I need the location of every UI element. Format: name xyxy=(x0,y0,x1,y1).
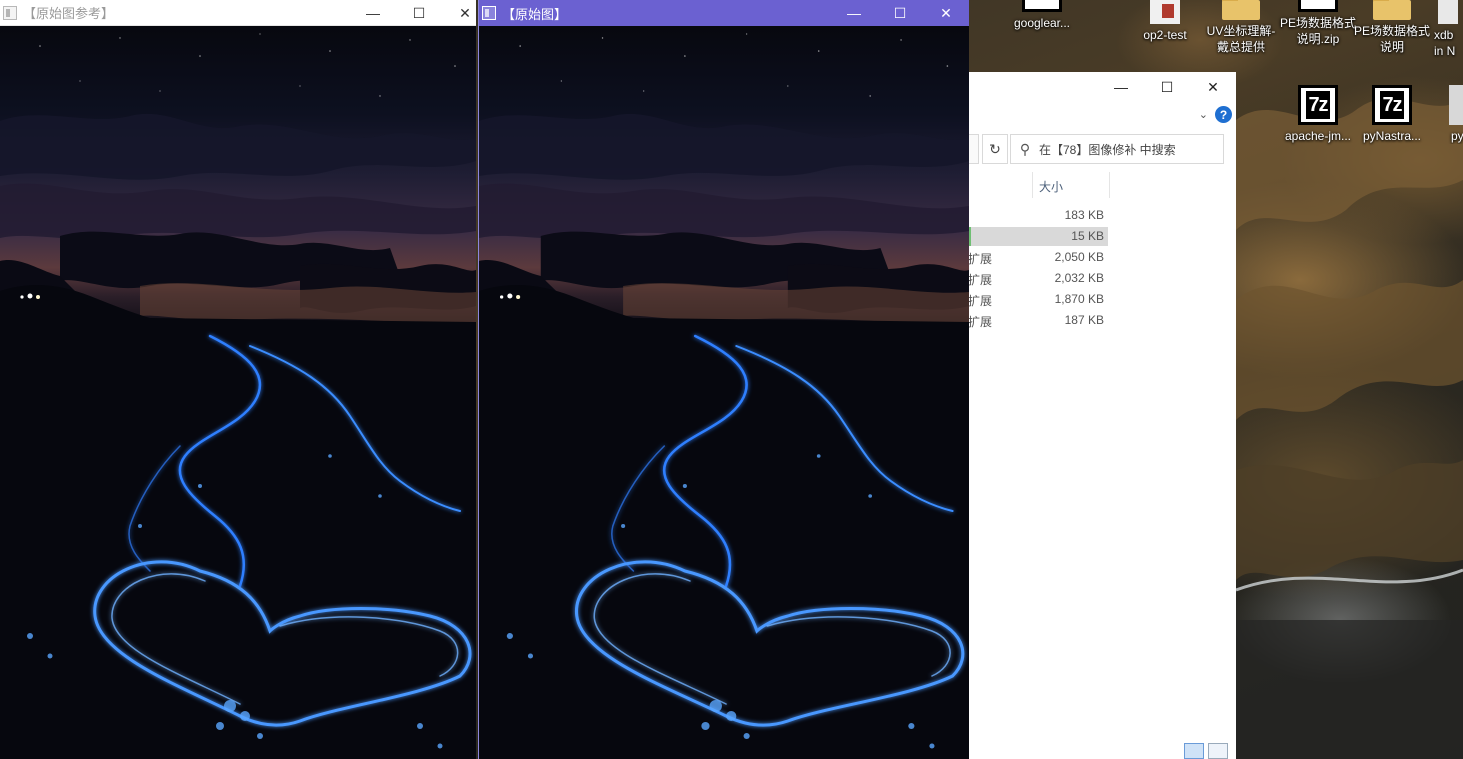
details-view-button[interactable] xyxy=(1184,743,1204,759)
file-type: 扩展 xyxy=(968,294,993,308)
folder-icon xyxy=(1222,0,1260,20)
list-item[interactable]: 扩展 2,050 KB xyxy=(968,247,1236,268)
file-icon xyxy=(1438,0,1458,24)
desktop-icon-label: pyNastra... xyxy=(1362,129,1422,143)
window-icon xyxy=(3,5,17,20)
desktop-icon-label: googlear... xyxy=(1013,16,1071,30)
file-size: 15 KB xyxy=(1071,229,1104,243)
list-item[interactable]: 扩展 187 KB xyxy=(968,310,1236,331)
app-icon xyxy=(1022,0,1062,12)
close-button[interactable]: ✕ xyxy=(923,0,969,26)
list-item[interactable]: 扩展 1,870 KB xyxy=(968,289,1236,310)
minimize-button[interactable]: — xyxy=(1098,72,1144,102)
image-canvas[interactable] xyxy=(0,26,476,759)
folder-icon xyxy=(1373,0,1411,20)
large-icons-view-button[interactable] xyxy=(1208,743,1228,759)
image-window-original[interactable]: 【原始图】 — ☐ ✕ xyxy=(478,0,969,759)
title-buttons: — ☐ ✕ xyxy=(350,0,476,26)
window-title: 【原始图】 xyxy=(502,6,568,22)
search-input[interactable]: ⚲ 在【78】图像修补 中搜索 xyxy=(1010,134,1224,164)
title-buttons: — ☐ ✕ xyxy=(831,0,969,26)
desktop-icon-label: UV坐标理解-戴总提供 xyxy=(1206,24,1276,54)
explorer-title-buttons: — ☐ ✕ xyxy=(1098,72,1236,102)
maximize-button[interactable]: ☐ xyxy=(396,0,442,26)
desktop-icon-pynastran[interactable]: 7z pyNastra... xyxy=(1354,85,1430,144)
file-size: 1,870 KB xyxy=(1054,292,1104,306)
search-placeholder: 在【78】图像修补 中搜索 xyxy=(1039,142,1176,157)
file-size: 183 KB xyxy=(1064,208,1104,222)
file-icon xyxy=(1150,0,1180,24)
maximize-button[interactable]: ☐ xyxy=(877,0,923,26)
list-item[interactable]: 扩展 2,032 KB xyxy=(968,268,1236,289)
window-titlebar[interactable]: 【原始图参考】 — ☐ ✕ xyxy=(0,0,476,26)
column-header-size[interactable]: 大小 xyxy=(1032,172,1110,198)
desktop-icon-xdb[interactable]: xdb in N xyxy=(1428,0,1463,59)
minimize-button[interactable]: — xyxy=(350,0,396,26)
desktop-icon-label: op2-test xyxy=(1143,28,1187,42)
window-title: 【原始图参考】 xyxy=(23,6,115,21)
archive-icon xyxy=(1298,0,1338,12)
view-toggle xyxy=(1184,743,1228,759)
desktop-icon-py[interactable]: py xyxy=(1441,85,1463,144)
image-canvas[interactable] xyxy=(479,26,969,759)
maximize-button[interactable]: ☐ xyxy=(1144,72,1190,102)
file-list: 183 KB 15 KB 扩展 2,050 KB 扩展 2,032 KB 扩展 … xyxy=(968,205,1236,331)
night-beach-image xyxy=(479,26,969,759)
desktop-icon-label: PE场数据格式说明.zip xyxy=(1280,16,1357,46)
file-type: 扩展 xyxy=(968,252,993,266)
search-icon: ⚲ xyxy=(1019,140,1031,157)
file-size: 2,050 KB xyxy=(1054,250,1104,264)
window-icon xyxy=(482,6,496,20)
refresh-button[interactable]: ↻ xyxy=(982,134,1008,164)
close-button[interactable]: ✕ xyxy=(442,0,476,26)
chevron-down-icon[interactable]: ⌄ xyxy=(1199,108,1208,121)
desktop-icon-label: apache-jm... xyxy=(1284,129,1352,143)
address-bar[interactable] xyxy=(968,134,979,164)
file-size: 187 KB xyxy=(1064,313,1104,327)
desktop-icon-pe-zip[interactable]: PE场数据格式说明.zip xyxy=(1280,0,1356,47)
list-item[interactable]: 15 KB xyxy=(968,226,1236,247)
desktop-icon-label: PE场数据格式说明 xyxy=(1354,24,1431,54)
image-window-reference[interactable]: 【原始图参考】 — ☐ ✕ xyxy=(0,0,476,759)
minimize-button[interactable]: — xyxy=(831,0,877,26)
7z-icon: 7z xyxy=(1372,85,1412,125)
close-button[interactable]: ✕ xyxy=(1190,72,1236,102)
desktop-icon-label: xdb in N xyxy=(1434,28,1456,58)
night-beach-image xyxy=(0,26,476,759)
list-item[interactable]: 183 KB xyxy=(968,205,1236,226)
window-titlebar[interactable]: 【原始图】 — ☐ ✕ xyxy=(479,0,969,26)
desktop-icon-apache-jmeter[interactable]: 7z apache-jm... xyxy=(1280,85,1356,144)
file-type: 扩展 xyxy=(968,315,993,329)
file-size: 2,032 KB xyxy=(1054,271,1104,285)
desktop-icon-googleearth[interactable]: googlear... xyxy=(1004,0,1080,31)
7z-icon: 7z xyxy=(1298,85,1338,125)
file-explorer-window[interactable]: — ☐ ✕ ⌄ ? ↻ ⚲ 在【78】图像修补 中搜索 大小 183 KB 15… xyxy=(968,72,1236,759)
desktop-icon-uv-folder[interactable]: UV坐标理解-戴总提供 xyxy=(1203,0,1279,55)
file-icon xyxy=(1449,85,1463,125)
desktop-icon-label: py xyxy=(1451,129,1463,143)
file-type: 扩展 xyxy=(968,273,993,287)
help-icon[interactable]: ? xyxy=(1215,106,1232,123)
desktop-icon-op2-test[interactable]: op2-test xyxy=(1127,0,1203,43)
desktop-icon-pe-folder[interactable]: PE场数据格式说明 xyxy=(1354,0,1430,55)
